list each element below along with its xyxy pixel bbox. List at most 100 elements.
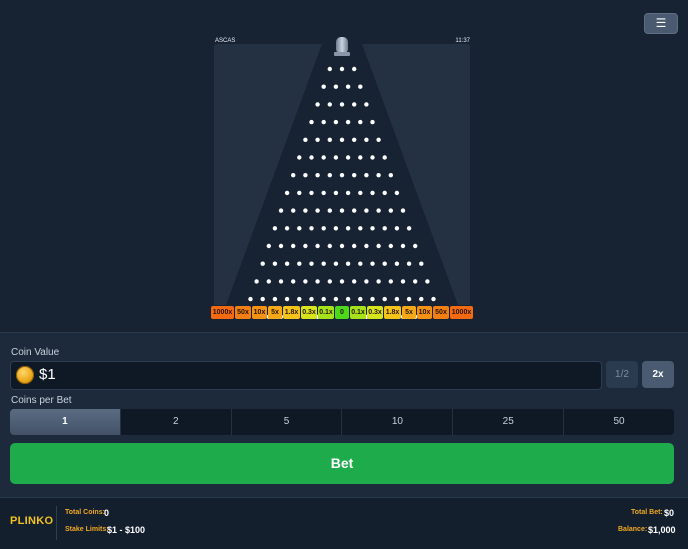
peg: [345, 261, 351, 266]
peg: [431, 296, 436, 302]
peg: [358, 155, 363, 160]
peg: [370, 119, 375, 125]
stake-limits-value: $1 - $100: [107, 525, 146, 535]
multiplier-slot: 0: [335, 306, 349, 319]
peg: [382, 261, 387, 266]
peg: [297, 296, 302, 302]
peg: [339, 208, 345, 213]
multiplier-slot: 0.1x: [350, 306, 366, 319]
peg: [297, 226, 302, 231]
peg: [327, 173, 332, 178]
coins-per-bet-option[interactable]: 5: [230, 409, 342, 435]
peg: [278, 279, 284, 284]
peg: [376, 208, 381, 213]
peg: [400, 243, 406, 249]
peg: [297, 155, 302, 160]
stake-limits-label: Stake Limits:: [65, 526, 109, 533]
peg: [315, 137, 320, 142]
multiplier-slot: 50x: [433, 306, 449, 319]
peg: [358, 84, 363, 89]
peg: [333, 84, 339, 89]
peg: [358, 261, 363, 266]
peg: [345, 190, 351, 196]
peg: [303, 279, 308, 284]
peg: [321, 296, 326, 302]
peg: [345, 226, 351, 231]
half-button[interactable]: 1/2: [606, 361, 638, 388]
peg: [333, 119, 339, 125]
peg: [260, 296, 265, 302]
peg: [370, 226, 375, 231]
peg: [352, 173, 357, 178]
multiplier-slot: 5x: [402, 306, 416, 319]
peg: [278, 243, 284, 249]
multiplier-slot: 5x: [268, 306, 282, 319]
peg: [406, 261, 412, 266]
peg: [309, 226, 314, 231]
multiplier-slot: 0.3x: [367, 306, 383, 319]
total-bet-value: $0: [664, 508, 675, 518]
peg: [358, 190, 363, 196]
peg: [321, 119, 326, 125]
peg: [309, 190, 314, 196]
peg: [272, 226, 278, 231]
peg: [327, 66, 332, 72]
peg: [358, 296, 363, 302]
peg: [358, 226, 363, 231]
peg: [327, 137, 332, 142]
peg: [352, 243, 357, 249]
peg: [266, 279, 271, 284]
peg: [272, 261, 278, 266]
peg: [352, 66, 357, 72]
menu-icon: ☰: [655, 16, 667, 30]
game-area: ☰ ASCAS 11:37 1000x 50x 10x 5x 1.8x 0.3x 0.1x 0…: [0, 0, 688, 332]
peg: [388, 279, 393, 284]
peg: [309, 296, 314, 302]
bet-controls: Coin Value $1 1/2 2x Coins per Bet 1 2 5…: [0, 332, 688, 497]
peg: [352, 102, 357, 107]
board-background: [214, 44, 470, 319]
peg: [364, 173, 369, 178]
multiplier-slot: 50x: [235, 306, 251, 319]
peg: [388, 173, 393, 178]
peg: [400, 279, 406, 284]
peg: [339, 102, 345, 107]
coin-value-field[interactable]: $1: [10, 361, 602, 390]
coins-per-bet-option[interactable]: 1: [10, 409, 120, 435]
bet-button[interactable]: Bet: [10, 443, 674, 484]
coins-per-bet-option[interactable]: 50: [563, 409, 674, 435]
peg: [339, 137, 345, 142]
peg: [370, 296, 375, 302]
peg: [284, 226, 290, 231]
coin-icon: [16, 366, 34, 384]
coins-per-bet-selector: 1 2 5 10 25 50: [10, 409, 674, 435]
peg: [327, 208, 332, 213]
peg: [297, 190, 302, 196]
peg: [254, 279, 259, 284]
peg: [321, 84, 326, 89]
peg: [345, 155, 351, 160]
multiplier-slot: 10x: [252, 306, 267, 319]
total-coins-value: 0: [104, 508, 110, 518]
peg: [370, 261, 375, 266]
plinko-logo: PLINKO: [10, 515, 54, 527]
peg: [394, 296, 400, 302]
total-bet-label: Total Bet:: [631, 509, 663, 516]
menu-button[interactable]: ☰: [644, 13, 678, 34]
coins-per-bet-option[interactable]: 2: [119, 409, 231, 435]
peg: [333, 296, 339, 302]
peg: [333, 155, 339, 160]
peg: [321, 190, 326, 196]
peg: [400, 208, 406, 213]
peg: [364, 137, 369, 142]
double-button[interactable]: 2x: [642, 361, 674, 388]
peg: [388, 208, 393, 213]
peg: [382, 296, 387, 302]
peg: [327, 279, 332, 284]
peg: [309, 261, 314, 266]
coins-per-bet-option[interactable]: 25: [452, 409, 563, 435]
peg: [327, 243, 332, 249]
coins-per-bet-option[interactable]: 10: [341, 409, 452, 435]
ball-dropper-icon: [334, 37, 350, 56]
peg: [376, 173, 381, 178]
